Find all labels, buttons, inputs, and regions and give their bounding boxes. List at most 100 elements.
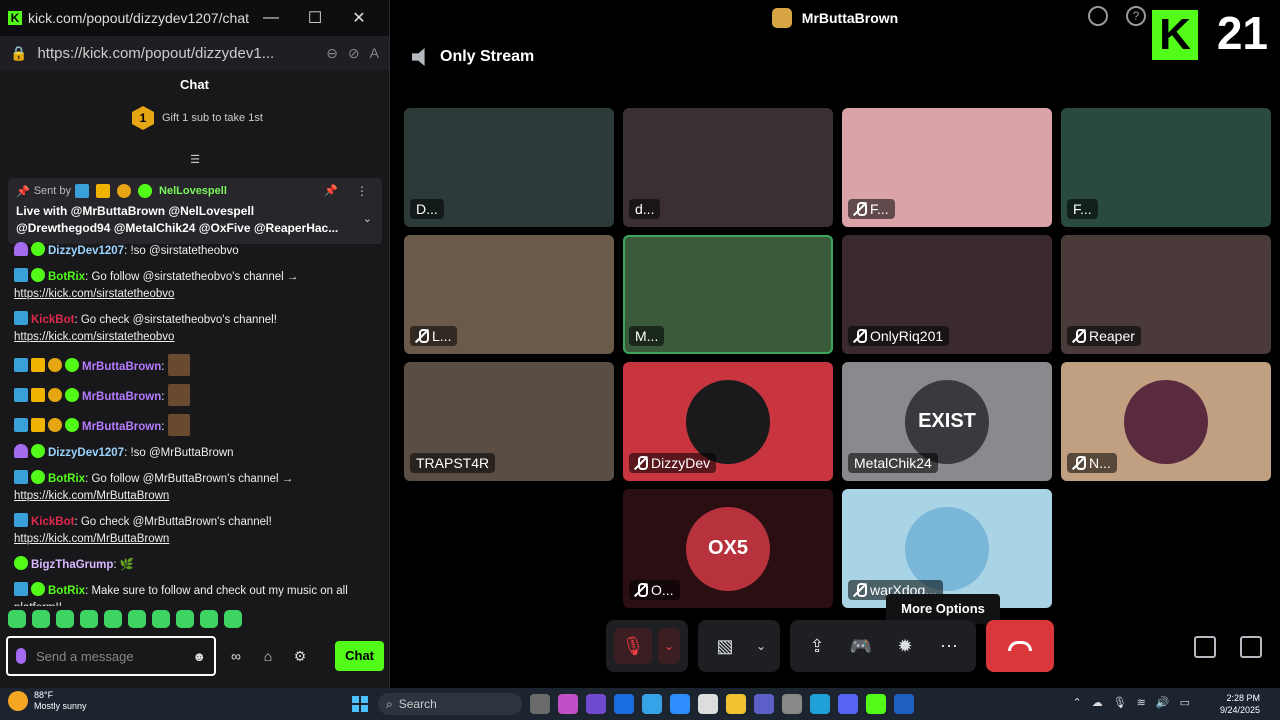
close-icon[interactable]: ✕ (337, 8, 381, 28)
chat-link[interactable]: https://kick.com/MrButtaBrown (14, 533, 169, 545)
emote-icon[interactable] (80, 610, 98, 628)
send-chat-button[interactable]: Chat (335, 641, 384, 671)
taskbar-search[interactable]: ⌕ Search (378, 693, 522, 715)
emote-icon[interactable] (200, 610, 218, 628)
chat-username[interactable]: MrButtaBrown (82, 391, 161, 403)
chevron-down-icon[interactable]: ⌄ (363, 212, 372, 225)
participant-tile[interactable]: F... (1061, 108, 1271, 227)
store-app-icon[interactable] (698, 694, 718, 714)
chat-username[interactable]: BotRix (48, 271, 85, 283)
weather-widget[interactable]: 88°F Mostly sunny (8, 690, 87, 712)
participant-tile[interactable]: OnlyRiq201 (842, 235, 1052, 354)
more-options-icon[interactable]: ⋯ (930, 628, 968, 664)
mic-options-chevron-icon[interactable]: ⌄ (658, 628, 680, 664)
participant-tile[interactable]: M... (623, 235, 833, 354)
chat-message[interactable]: DizzyDev1207: !so @sirstatetheobvo (14, 242, 374, 260)
pin-icon[interactable]: 📌 (324, 184, 338, 197)
chat-username[interactable]: MrButtaBrown (82, 361, 161, 373)
participant-tile[interactable]: Reaper (1061, 235, 1271, 354)
settings-icon[interactable] (782, 694, 802, 714)
emote-icon[interactable] (176, 610, 194, 628)
volume-icon[interactable]: 🔊 (1156, 696, 1170, 709)
participant-tile[interactable]: L... (404, 235, 614, 354)
participant-tile[interactable]: D... (404, 108, 614, 227)
taskbar-clock[interactable]: 2:28 PM 9/24/2025 (1220, 692, 1260, 716)
points-icon[interactable]: ∞ (224, 648, 248, 664)
participant-tile[interactable]: d... (623, 108, 833, 227)
chat-link[interactable]: https://kick.com/sirstatetheobvo (14, 288, 174, 300)
hp-icon[interactable] (614, 694, 634, 714)
chat-username[interactable]: MrButtaBrown (82, 421, 161, 433)
chat-message[interactable]: KickBot: Go check @sirstatetheobvo's cha… (14, 311, 374, 346)
chat-username[interactable]: BigzThaGrump (31, 559, 113, 571)
emote-icon[interactable] (8, 610, 26, 628)
disconnect-button[interactable] (986, 620, 1054, 672)
search-placeholder[interactable]: Search (399, 697, 437, 711)
chat-message-list[interactable]: DizzyDev1207: !so @sirstatetheobvo BotRix… (0, 242, 388, 606)
message-input[interactable]: Send a message ☻ (6, 636, 216, 676)
kick-taskbar-icon[interactable] (866, 694, 886, 714)
chat-message[interactable]: DizzyDev1207: !so @MrButtaBrown (14, 444, 374, 462)
screen-share-icon[interactable]: ⇪ (798, 628, 836, 664)
chat-username[interactable]: BotRix (48, 585, 85, 597)
chat-link[interactable]: https://kick.com/sirstatetheobvo (14, 331, 174, 343)
wifi-icon[interactable]: ≋ (1137, 696, 1146, 709)
chat-message[interactable]: MrButtaBrown: (14, 354, 374, 376)
emote-icon[interactable] (152, 610, 170, 628)
copilot-icon[interactable] (558, 694, 578, 714)
chat-username[interactable]: KickBot (31, 314, 74, 326)
app-icon[interactable] (894, 694, 914, 714)
read-aloud-icon[interactable]: A (370, 45, 379, 61)
soundboard-icon[interactable]: ✹ (886, 628, 924, 664)
participant-tile[interactable]: EXIST MetalChik24 (842, 362, 1052, 481)
chat-message[interactable]: BigzThaGrump: 🌿 (14, 556, 374, 574)
chat-message[interactable]: BotRix: Make sure to follow and check ou… (14, 582, 374, 606)
store-icon[interactable]: ⌂ (256, 648, 280, 664)
chat-username[interactable]: KickBot (31, 516, 74, 528)
chat-message[interactable]: KickBot: Go check @MrButtaBrown's channe… (14, 513, 374, 548)
pinned-sender-name[interactable]: NelLovespell (159, 185, 227, 197)
zoom-app-icon[interactable] (670, 694, 690, 714)
collapse-icon[interactable]: ☰ (188, 154, 202, 166)
chat-message[interactable]: BotRix: Go follow @MrButtaBrown's channe… (14, 470, 374, 505)
popout-icon[interactable] (1194, 636, 1216, 658)
chat-username[interactable]: BotRix (48, 473, 85, 485)
mic-muted-icon[interactable]: 🎙 (614, 628, 652, 664)
pinned-message[interactable]: 📌 Sent by NelLovespell Live with @MrButt… (8, 178, 382, 244)
fullscreen-icon[interactable] (1240, 636, 1262, 658)
participant-tile[interactable]: TRAPST4R (404, 362, 614, 481)
minimize-icon[interactable]: — (249, 9, 293, 27)
url-text[interactable]: https://kick.com/popout/dizzydev1... (37, 45, 316, 62)
app-icon[interactable] (586, 694, 606, 714)
tracking-icon[interactable]: ⊘ (348, 45, 360, 62)
chat-link[interactable]: https://kick.com/MrButtaBrown (14, 490, 169, 502)
address-bar[interactable]: 🔒 https://kick.com/popout/dizzydev1... ⊖… (0, 36, 389, 70)
emote-icon[interactable] (56, 610, 74, 628)
activities-icon[interactable]: 🎮 (842, 628, 880, 664)
participant-tile[interactable]: F... (842, 108, 1052, 227)
app-icon[interactable] (642, 694, 662, 714)
chat-message[interactable]: BotRix: Go follow @sirstatetheobvo's cha… (14, 268, 374, 303)
camera-options-chevron-icon[interactable]: ⌄ (750, 628, 772, 664)
chat-username[interactable]: DizzyDev1207 (48, 447, 124, 459)
file-explorer-icon[interactable] (726, 694, 746, 714)
chat-username[interactable]: DizzyDev1207 (48, 245, 124, 257)
more-vertical-icon[interactable]: ⋮ (356, 184, 368, 198)
task-view-icon[interactable] (530, 694, 550, 714)
zoom-icon[interactable]: ⊖ (326, 45, 338, 62)
participant-tile[interactable]: OX5 O... (623, 489, 833, 608)
camera-off-icon[interactable]: ▧ (706, 628, 744, 664)
participant-tile[interactable]: DizzyDev (623, 362, 833, 481)
emote-icon[interactable] (128, 610, 146, 628)
message-placeholder[interactable]: Send a message (36, 649, 182, 664)
chevron-up-icon[interactable]: ⌃ (1072, 696, 1081, 709)
discord-icon[interactable] (838, 694, 858, 714)
gear-icon[interactable]: ⚙ (288, 648, 312, 665)
emoji-icon[interactable]: ☻ (192, 649, 206, 664)
mic-tray-icon[interactable]: 🎙 (1113, 696, 1127, 709)
help-icon[interactable]: ? (1126, 6, 1146, 26)
emote-icon[interactable] (32, 610, 50, 628)
gift-leaderboard[interactable]: 1 Gift 1 sub to take 1st (0, 100, 389, 136)
participant-tile[interactable]: warXdog... (842, 489, 1052, 608)
chat-message[interactable]: MrButtaBrown: (14, 384, 374, 406)
